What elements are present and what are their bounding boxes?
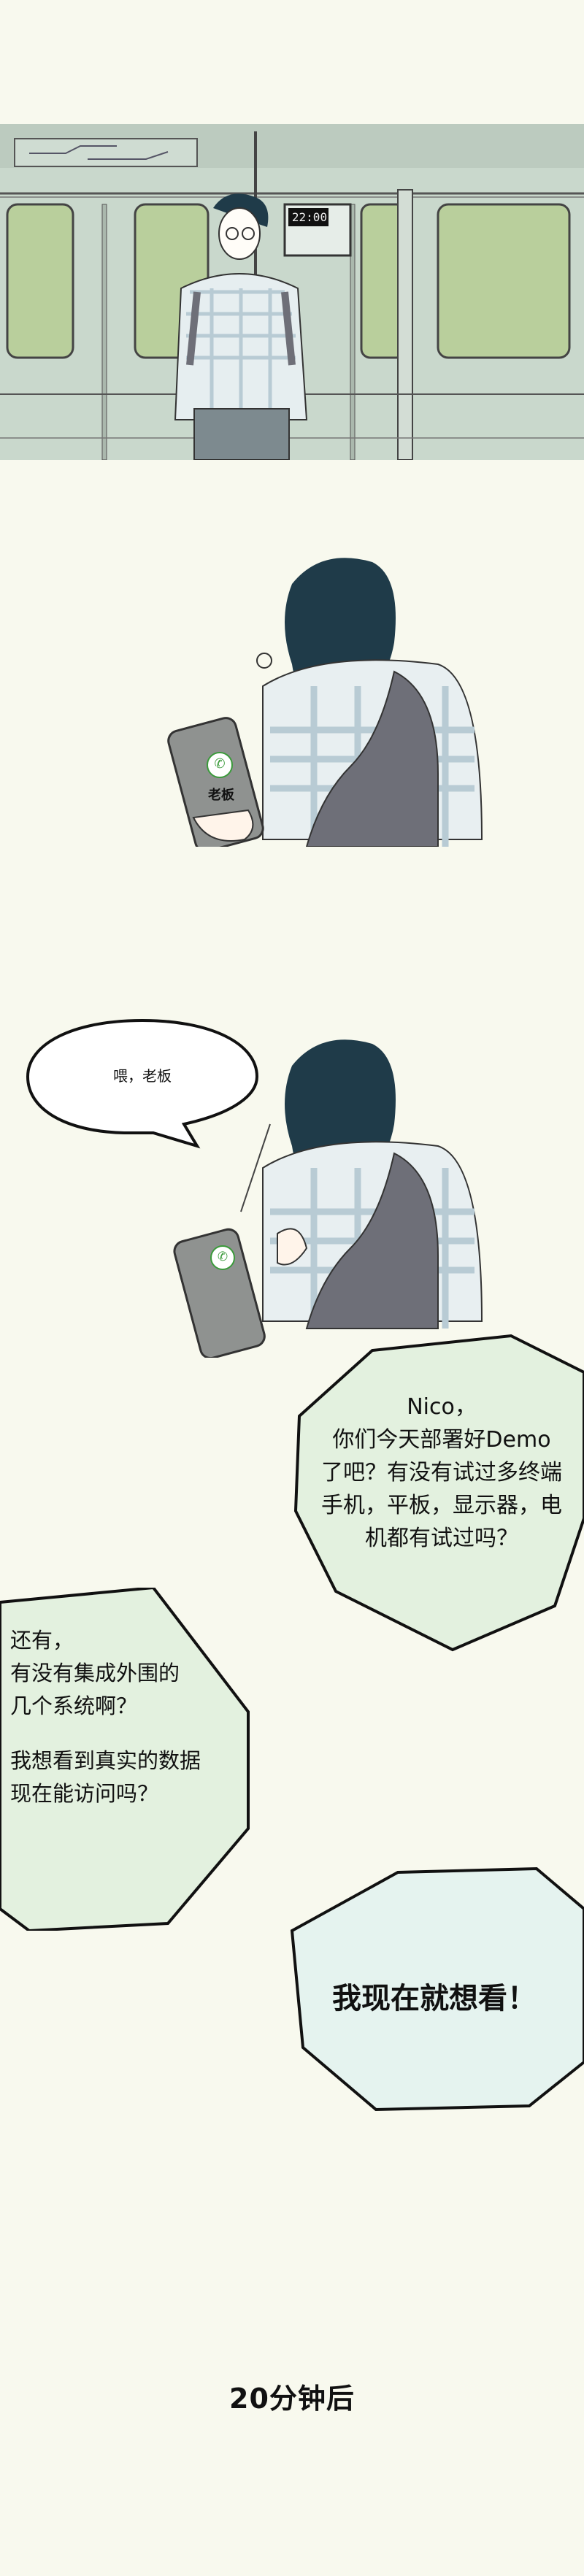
phone-caller-label: 老板 xyxy=(208,788,234,803)
speech-bubble-boss-demo: Nico， 你们今天部署好Demo 了吧？有没有试过多终端 手机，平板，显示器，… xyxy=(292,1329,584,1657)
boss-systems-text: 还有， 有没有集成外围的 几个系统啊？ 我想看到真实的数据 现在能访问吗？ xyxy=(10,1628,201,1806)
boss-urgent-text: 我现在就想看！ xyxy=(332,1982,537,2015)
speech-bubble-hello: 喂，老板 xyxy=(22,1015,263,1153)
clock-display: 22:00 xyxy=(291,210,328,224)
speech-bubble-boss-urgent: 我现在就想看！ xyxy=(288,1865,584,2113)
panel-train: 22:00 xyxy=(0,124,584,460)
panel-phone-ringing: ✆ 老板 xyxy=(0,540,584,847)
phone-call-icon: ✆ xyxy=(207,752,233,778)
speech-bubble-boss-systems: 还有， 有没有集成外围的 几个系统啊？ 我想看到真实的数据 现在能访问吗？ xyxy=(0,1588,256,1931)
boss-question-text: Nico， 你们今天部署好Demo 了吧？有没有试过多终端 手机，平板，显示器，… xyxy=(321,1394,562,1551)
time-caption: 20分钟后 xyxy=(229,2383,355,2415)
phone-call-icon: ✆ xyxy=(210,1245,235,1270)
